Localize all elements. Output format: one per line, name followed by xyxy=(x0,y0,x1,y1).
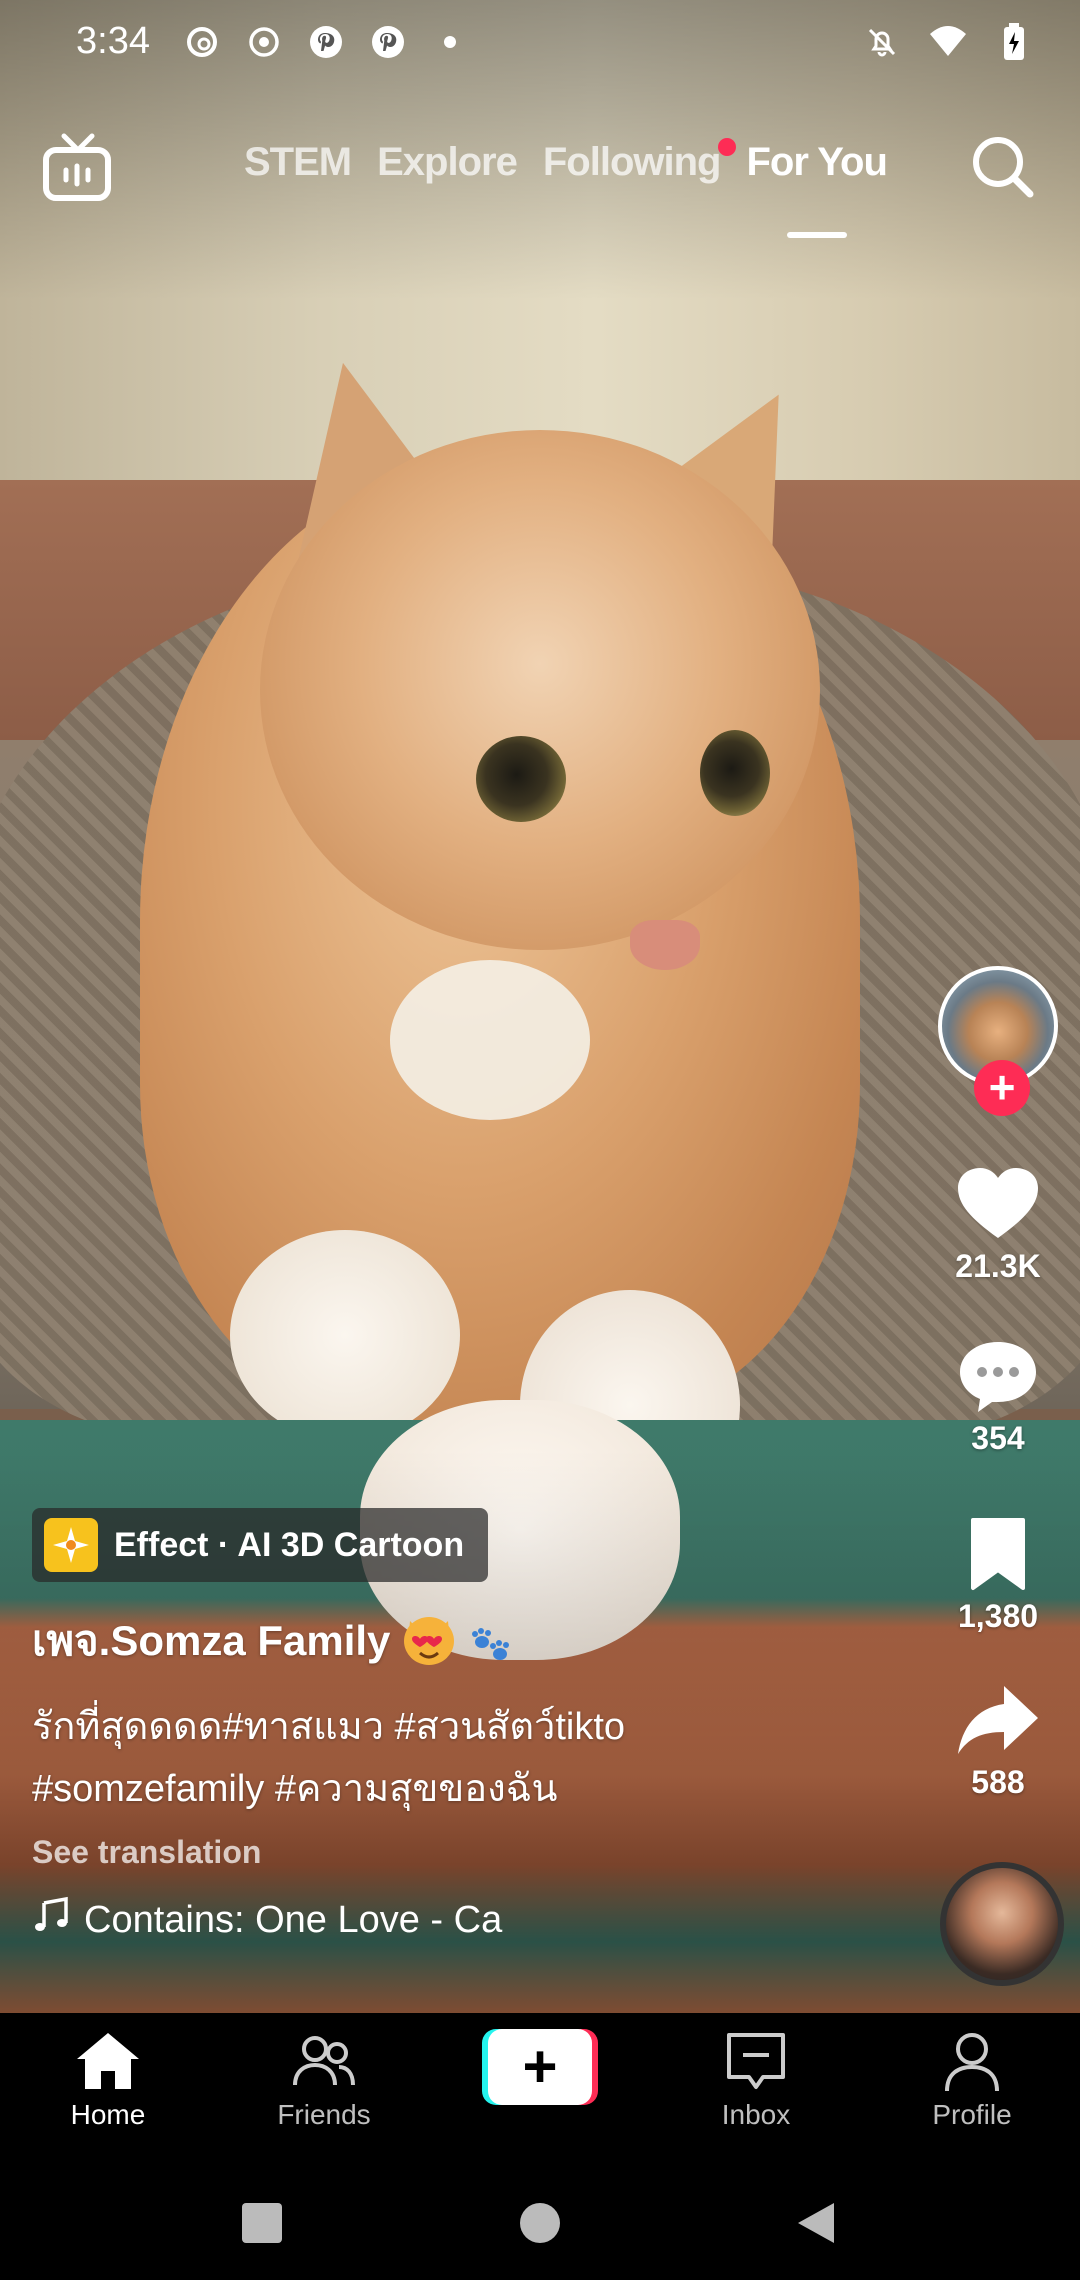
like-count: 21.3K xyxy=(955,1248,1041,1284)
live-button[interactable] xyxy=(40,130,116,206)
square-icon xyxy=(242,2203,282,2243)
follow-button[interactable]: + xyxy=(974,1060,1030,1116)
back-button[interactable] xyxy=(794,2201,838,2250)
circle-icon xyxy=(520,2203,560,2243)
tab-explore[interactable]: Explore xyxy=(377,140,518,185)
caption-line-1: รักที่สุดดดด#ทาสแมว #สวนสัตว์tikto xyxy=(32,1706,626,1748)
comment-count: 354 xyxy=(971,1420,1025,1456)
active-tab-indicator xyxy=(786,232,847,238)
status-bar: 3:34 xyxy=(0,0,1080,86)
sparkle-icon xyxy=(44,1518,98,1572)
save-count: 1,380 xyxy=(957,1598,1039,1634)
save-button[interactable]: 1,380 xyxy=(938,1516,1058,1635)
music-note-icon xyxy=(32,1895,72,1945)
tab-friends[interactable]: Friends xyxy=(244,2029,404,2131)
tab-following[interactable]: Following xyxy=(542,138,737,185)
search-button[interactable] xyxy=(964,128,1044,208)
bookmark-icon xyxy=(971,1518,1025,1590)
triangle-back-icon xyxy=(798,2203,834,2243)
share-icon xyxy=(958,1686,1038,1754)
comment-icon xyxy=(960,1342,1036,1412)
pinterest-icon xyxy=(368,22,408,62)
bottom-tab-bar: Home Friends + Inbox Profile xyxy=(0,2013,1080,2161)
username-text: เพจ.Somza Family xyxy=(32,1617,391,1664)
music-info[interactable]: Contains: One Love - Ca xyxy=(32,1895,552,1945)
wifi-icon xyxy=(928,22,968,62)
tab-stem[interactable]: STEM xyxy=(244,140,352,185)
status-time: 3:34 xyxy=(76,20,150,62)
tab-profile-label: Profile xyxy=(932,2099,1012,2130)
dot-icon xyxy=(430,22,470,62)
cat-eye-right xyxy=(700,730,770,816)
like-button[interactable]: 21.3K xyxy=(938,1166,1058,1285)
comment-button[interactable]: 354 xyxy=(938,1338,1058,1457)
tab-friends-label: Friends xyxy=(277,2099,371,2130)
tab-home-label: Home xyxy=(70,2099,146,2130)
tab-for-you[interactable]: For You xyxy=(746,140,888,238)
home-system-button[interactable] xyxy=(518,2201,562,2250)
cat-paw-left xyxy=(230,1230,460,1440)
home-icon xyxy=(77,2033,139,2089)
battery-charging-icon xyxy=(994,22,1034,62)
status-left-icons xyxy=(182,22,470,62)
threads-icon xyxy=(182,22,222,62)
system-navigation-bar xyxy=(0,2161,1080,2280)
tab-inbox-label: Inbox xyxy=(721,2099,791,2130)
heart-icon xyxy=(958,1168,1038,1238)
status-right-icons xyxy=(862,22,1034,62)
plus-icon: + xyxy=(488,2029,592,2105)
tab-following-label: Following xyxy=(542,140,722,184)
cat-head xyxy=(260,430,820,950)
inbox-icon xyxy=(727,2033,785,2089)
notification-dot xyxy=(718,138,737,156)
profile-icon xyxy=(945,2033,999,2092)
bell-off-icon xyxy=(862,22,902,62)
creator-avatar-group: + xyxy=(938,966,1058,1116)
share-button[interactable]: 588 xyxy=(938,1682,1058,1801)
record-icon xyxy=(244,22,284,62)
caption-line-2: #somzefamily #ความสุขของฉัน xyxy=(32,1768,558,1810)
post-info: Effect · AI 3D Cartoon เพจ.Somza Family … xyxy=(32,1508,892,1945)
pinterest-icon xyxy=(306,22,346,62)
cat-eye-left xyxy=(476,736,566,822)
music-disc[interactable] xyxy=(940,1862,1064,1986)
cat-chest xyxy=(390,960,590,1120)
music-title: Contains: One Love - Ca xyxy=(84,1898,503,1941)
tab-home[interactable]: Home xyxy=(28,2029,188,2131)
effect-label: Effect · AI 3D Cartoon xyxy=(114,1525,465,1564)
friends-icon xyxy=(293,2036,355,2086)
create-button[interactable]: + xyxy=(482,2029,598,2105)
top-navigation: STEM Explore Following For You xyxy=(0,120,1080,240)
search-icon xyxy=(973,137,1034,198)
effect-chip[interactable]: Effect · AI 3D Cartoon xyxy=(32,1508,489,1582)
tab-profile[interactable]: Profile xyxy=(892,2029,1052,2131)
paw-prints-emoji-icon xyxy=(468,1618,514,1664)
post-caption[interactable]: รักที่สุดดดด#ทาสแมว #สวนสัตว์tikto #somz… xyxy=(32,1696,752,1820)
live-tv-icon xyxy=(43,133,111,201)
cat-nose xyxy=(630,920,700,970)
feed-tabs: STEM Explore Following For You xyxy=(244,138,888,238)
creator-username[interactable]: เพจ.Somza Family xyxy=(32,1608,892,1674)
heart-eyes-cat-emoji-icon xyxy=(404,1617,455,1665)
share-count: 588 xyxy=(971,1764,1025,1800)
see-translation-link[interactable]: See translation xyxy=(32,1834,892,1871)
recents-button[interactable] xyxy=(240,2201,284,2250)
tab-for-you-label: For You xyxy=(746,140,887,184)
tab-inbox[interactable]: Inbox xyxy=(676,2029,836,2131)
